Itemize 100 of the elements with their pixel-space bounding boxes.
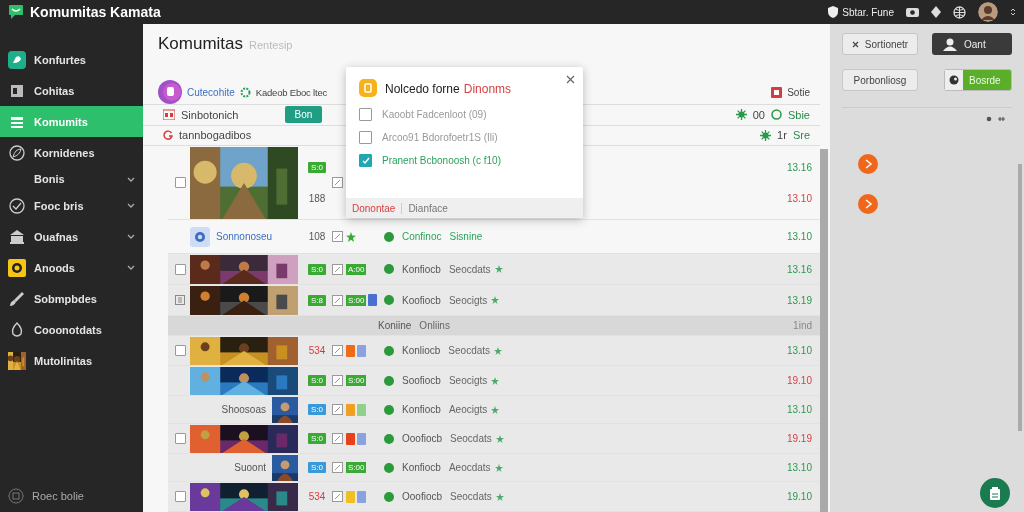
diamond-icon[interactable] — [931, 6, 941, 18]
checkbox[interactable] — [175, 433, 186, 444]
badge: S:8 — [308, 294, 326, 306]
toggle-icon — [949, 75, 959, 85]
time-label: 19.10 — [786, 491, 812, 502]
time-label: 13.10 — [786, 345, 812, 356]
item-detail: Aeocigts — [448, 404, 488, 415]
item-detail: Sisnine — [449, 231, 483, 242]
ring-icon — [770, 109, 782, 121]
dialog-title-accent: Dinonms — [463, 82, 512, 96]
item-name: Soofiocb — [402, 375, 441, 386]
edit-icon[interactable] — [332, 345, 343, 356]
camera-icon[interactable] — [906, 7, 919, 17]
list-icon[interactable] — [175, 295, 185, 305]
edit-icon[interactable] — [332, 462, 343, 473]
toolbar-label: Sinbotonich — [181, 108, 239, 121]
checkbox[interactable] — [359, 108, 372, 121]
checkbox[interactable] — [359, 154, 372, 167]
globe-icon[interactable] — [953, 5, 966, 19]
checkbox[interactable] — [175, 177, 186, 188]
score-label: 534 — [308, 491, 326, 502]
sidebar-item[interactable]: Cohitas — [0, 75, 143, 106]
panel-button[interactable]: Sortionetr — [842, 33, 918, 55]
edit-icon[interactable] — [332, 263, 343, 275]
item-name: Konfiocb — [402, 404, 441, 415]
play-marker-icon[interactable] — [858, 154, 878, 174]
edit-icon[interactable] — [332, 433, 343, 444]
item-name: Konfiocb — [402, 263, 441, 275]
sidebar-item[interactable]: Ouafnas — [0, 221, 143, 252]
group-avatar[interactable] — [158, 80, 182, 104]
item-detail: Seocdats — [448, 345, 491, 356]
gear-icon — [735, 109, 747, 121]
sidebar-item[interactable]: Bonis — [0, 168, 143, 190]
item-name: Ooofiocb — [402, 491, 443, 502]
edit-icon[interactable] — [332, 404, 343, 415]
move-icon[interactable] — [986, 116, 1006, 122]
badge: S:0 — [308, 462, 326, 473]
document-icon — [989, 486, 1001, 500]
play-marker-icon[interactable] — [858, 194, 878, 214]
item-title[interactable]: Sonnonoseu — [216, 231, 273, 242]
flag-icon[interactable] — [771, 86, 783, 98]
group-info: Kadeob Eboc ltec — [255, 86, 328, 98]
sidebar-item[interactable]: Mutolinitas — [0, 345, 143, 376]
panel-button[interactable]: Oant — [932, 33, 1012, 55]
status-tag: S:00 — [346, 375, 367, 386]
checkbox[interactable] — [175, 491, 186, 502]
time-label: 13.10 — [786, 462, 812, 473]
box-icon[interactable] — [8, 488, 24, 504]
item-detail: Aeocdats — [448, 462, 491, 473]
scrollbar[interactable] — [1018, 164, 1022, 431]
time-label: 13.10 — [786, 404, 812, 415]
sidebar-item[interactable]: Fooc bris — [0, 190, 143, 221]
edit-icon[interactable] — [332, 491, 343, 502]
time-label: 1ind — [793, 320, 812, 331]
logo-icon — [8, 4, 24, 20]
score-label: 534 — [308, 345, 326, 356]
count-label: 108 — [308, 231, 326, 242]
sidebar-item[interactable]: Sobmpbdes — [0, 283, 143, 314]
user-name[interactable]: Sbtar. Fune — [842, 6, 894, 18]
document-fab[interactable] — [980, 478, 1010, 508]
sidebar-item[interactable]: Cooonotdats — [0, 314, 143, 345]
close-icon — [851, 40, 859, 48]
cancel-link[interactable]: Dianface — [402, 202, 454, 214]
action-link[interactable]: Sotie — [787, 86, 810, 98]
sidebar-item[interactable]: Konfurtes — [0, 44, 143, 75]
brush-icon — [8, 289, 26, 308]
item-detail: Seocigts — [448, 375, 488, 386]
count-label: 188 — [308, 192, 326, 204]
panel-button[interactable]: Porbonliosg — [842, 69, 918, 91]
app-title: Komumitas Kamata — [30, 4, 161, 20]
edit-icon[interactable] — [332, 231, 343, 242]
footer-link[interactable]: Roec bolie — [32, 490, 84, 502]
group-link[interactable]: Cutecohite — [187, 86, 235, 98]
sidebar-item[interactable]: Anoods — [0, 252, 143, 283]
stat-value: 1r — [777, 129, 787, 142]
badge: S:0 — [308, 375, 326, 386]
confirm-link[interactable]: Donontae — [346, 202, 403, 214]
avatar[interactable] — [978, 2, 998, 22]
caret-icon[interactable] — [1010, 8, 1016, 16]
bank-icon — [8, 227, 26, 246]
edit-icon[interactable] — [332, 294, 343, 306]
scrollbar[interactable] — [820, 149, 828, 512]
badge: S:0 — [308, 161, 326, 173]
edit-icon[interactable] — [332, 177, 343, 188]
sidebar-item[interactable]: Kornidenes — [0, 137, 143, 168]
status-tag: S:00 — [346, 294, 367, 306]
time-label: 13.10 — [786, 192, 812, 204]
item-detail: Seocdats — [450, 433, 492, 444]
item-name: Koofiocb — [402, 294, 441, 306]
checkbox[interactable] — [175, 263, 186, 275]
page-title: Komumitas — [158, 34, 244, 54]
coin-icon — [8, 258, 26, 277]
checkbox[interactable] — [359, 131, 372, 144]
edit-icon[interactable] — [332, 375, 343, 386]
app-icon — [8, 50, 26, 69]
shield-icon — [828, 6, 839, 18]
check-circle-icon — [8, 196, 26, 215]
item-name: Konliocb — [402, 345, 441, 356]
checkbox[interactable] — [175, 345, 186, 356]
time-label: 13.16 — [786, 263, 812, 275]
